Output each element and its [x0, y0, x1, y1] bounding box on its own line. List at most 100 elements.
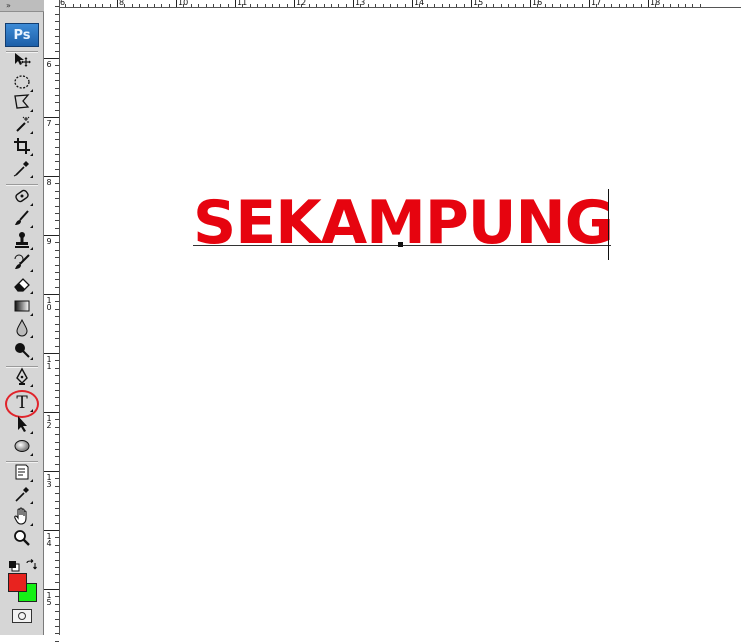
- tools-panel: » Ps T: [0, 0, 44, 635]
- eraser-tool[interactable]: [8, 276, 36, 296]
- ruler-minor-tick: [87, 4, 89, 7]
- ruler-minor-tick: [677, 4, 679, 7]
- ruler-minor-tick: [552, 4, 554, 7]
- gradient-icon: [12, 296, 32, 320]
- ruler-minor-tick: [559, 4, 561, 7]
- ruler-minor-tick: [55, 330, 59, 332]
- ruler-minor-tick: [419, 4, 421, 7]
- ruler-minor-tick: [55, 249, 59, 251]
- ruler-minor-tick: [55, 43, 59, 45]
- history-brush-tool[interactable]: [8, 254, 36, 274]
- ruler-minor-tick: [640, 4, 642, 7]
- ruler-minor-tick: [55, 72, 59, 74]
- ruler-minor-tick: [360, 4, 362, 7]
- ruler-major-tick: [44, 530, 59, 531]
- ruler-minor-tick: [308, 4, 310, 7]
- text-anchor-point[interactable]: [398, 242, 403, 247]
- collapse-icon[interactable]: »: [6, 1, 11, 10]
- ruler-minor-tick: [55, 212, 59, 214]
- ruler-major-tick: [44, 353, 59, 354]
- ruler-minor-tick: [198, 4, 200, 7]
- ruler-major-tick: [412, 0, 413, 7]
- ruler-minor-tick: [109, 4, 111, 7]
- ruler-minor-tick: [286, 4, 288, 7]
- ruler-minor-tick: [55, 441, 59, 443]
- dodge-tool[interactable]: [8, 342, 36, 362]
- notes-tool[interactable]: [8, 464, 36, 484]
- ruler-major-tick: [44, 235, 59, 236]
- ruler-minor-tick: [55, 618, 59, 620]
- ruler-minor-tick: [55, 65, 59, 67]
- ruler-minor-tick: [55, 301, 59, 303]
- ruler-minor-tick: [55, 264, 59, 266]
- ruler-label: 12: [46, 414, 52, 430]
- quick-mask-button[interactable]: [12, 609, 32, 623]
- lasso-tool[interactable]: [8, 94, 36, 114]
- polygonal-lasso-icon: [12, 92, 32, 116]
- eyedropper-tool[interactable]: [8, 160, 36, 180]
- ruler-minor-tick: [55, 367, 59, 369]
- ruler-minor-tick: [574, 4, 576, 7]
- marquee-tool[interactable]: [8, 74, 36, 94]
- ruler-major-tick: [44, 589, 59, 590]
- gradient-tool[interactable]: [8, 298, 36, 318]
- ruler-minor-tick: [323, 4, 325, 7]
- text-insertion-cursor: [608, 189, 609, 260]
- ruler-major-tick: [589, 0, 590, 7]
- document-canvas[interactable]: SEKAMPUNG: [60, 8, 741, 635]
- magic-wand-tool[interactable]: [8, 116, 36, 136]
- ruler-major-tick: [44, 117, 59, 118]
- ruler-minor-tick: [55, 271, 59, 273]
- swap-colors-button[interactable]: [25, 556, 37, 570]
- ruler-minor-tick: [55, 426, 59, 428]
- ruler-minor-tick: [478, 4, 480, 7]
- ruler-major-tick: [353, 0, 354, 7]
- path-selection-tool[interactable]: [8, 416, 36, 436]
- ruler-minor-tick: [448, 4, 450, 7]
- dodge-icon: [12, 340, 32, 364]
- panel-collapse-bar[interactable]: »: [0, 0, 44, 12]
- ruler-minor-tick: [55, 552, 59, 554]
- zoom-tool[interactable]: [8, 530, 36, 550]
- stamp-tool[interactable]: [8, 232, 36, 252]
- pen-tool[interactable]: [8, 367, 36, 389]
- ruler-minor-tick: [55, 338, 59, 340]
- ruler-major-tick: [117, 0, 118, 7]
- ruler-minor-tick: [544, 4, 546, 7]
- ruler-minor-tick: [611, 4, 613, 7]
- ruler-minor-tick: [55, 485, 59, 487]
- blur-tool[interactable]: [8, 318, 36, 340]
- ruler-major-tick: [44, 412, 59, 413]
- move-tool[interactable]: [8, 52, 36, 72]
- ruler-minor-tick: [55, 50, 59, 52]
- shape-tool[interactable]: [8, 438, 36, 458]
- ruler-minor-tick: [55, 168, 59, 170]
- ruler-major-tick: [176, 0, 177, 7]
- ruler-minor-tick: [434, 4, 436, 7]
- vertical-ruler[interactable]: 6 7 8 9 10 11 12 13 14 15: [44, 0, 60, 642]
- ruler-minor-tick: [55, 146, 59, 148]
- ruler-minor-tick: [566, 4, 568, 7]
- ruler-minor-tick: [397, 4, 399, 7]
- default-colors-button[interactable]: [8, 557, 20, 572]
- ruler-minor-tick: [55, 456, 59, 458]
- foreground-color-swatch[interactable]: [8, 573, 27, 592]
- healing-tool[interactable]: [8, 188, 36, 208]
- ruler-minor-tick: [55, 345, 59, 347]
- crop-tool[interactable]: [8, 138, 36, 158]
- ruler-minor-tick: [375, 4, 377, 7]
- ruler-minor-tick: [55, 6, 59, 8]
- ruler-major-tick: [530, 0, 531, 7]
- photoshop-logo[interactable]: Ps: [5, 23, 39, 47]
- color-sampler-tool[interactable]: [8, 486, 36, 506]
- ruler-minor-tick: [367, 4, 369, 7]
- ruler-label: 8: [119, 0, 125, 7]
- ruler-minor-tick: [55, 448, 59, 450]
- hand-tool[interactable]: [8, 507, 36, 528]
- ruler-minor-tick: [168, 4, 170, 7]
- ruler-minor-tick: [316, 4, 318, 7]
- ruler-minor-tick: [426, 4, 428, 7]
- horizontal-ruler[interactable]: 68101112131415161718: [60, 0, 741, 8]
- brush-tool[interactable]: [8, 210, 36, 230]
- ruler-minor-tick: [55, 603, 59, 605]
